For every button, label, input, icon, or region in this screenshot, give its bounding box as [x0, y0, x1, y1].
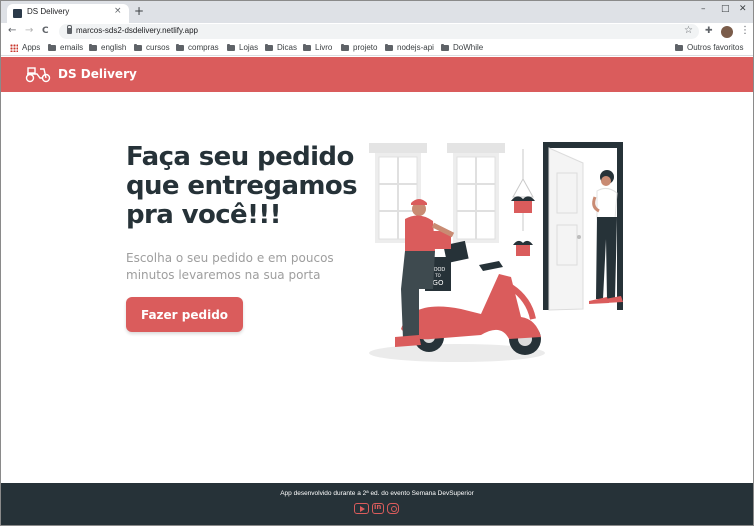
bookmark-lojas[interactable]: Lojas	[227, 43, 258, 52]
folder-icon	[265, 43, 273, 51]
url-text[interactable]: marcos-sds2-dsdelivery.netlify.app	[76, 26, 198, 35]
new-tab-button[interactable]: +	[134, 4, 144, 18]
forward-button[interactable]: →	[25, 25, 33, 36]
bookmark-dicas[interactable]: Dicas	[265, 43, 297, 52]
browser-window: DS Delivery × + – □ ✕ ← → C marcos-sds2-…	[0, 0, 754, 526]
bookmark-star-icon[interactable]: ☆	[684, 25, 693, 36]
folder-icon	[176, 43, 184, 51]
folder-icon	[675, 43, 683, 51]
maximize-button[interactable]: □	[721, 4, 730, 14]
folder-icon	[341, 43, 349, 51]
instagram-icon[interactable]	[387, 503, 399, 514]
bookmark-dowhile[interactable]: DoWhile	[441, 43, 483, 52]
folder-icon	[134, 43, 142, 51]
folder-icon	[89, 43, 97, 51]
bookmark-apps[interactable]: Apps	[10, 43, 40, 52]
box-text-go: GO	[433, 279, 444, 287]
bookmark-projeto[interactable]: projeto	[341, 43, 377, 52]
browser-menu-icon[interactable]: ⋮	[740, 25, 750, 36]
apps-icon	[10, 43, 18, 52]
app-footer: App desenvolvido durante a 2ª ed. do eve…	[1, 483, 753, 525]
tab-close-icon[interactable]: ×	[114, 6, 122, 16]
window-right	[447, 143, 505, 243]
bookmark-livro[interactable]: Livro	[303, 43, 332, 52]
address-bar[interactable]: marcos-sds2-dsdelivery.netlify.app	[59, 24, 699, 39]
reload-button[interactable]: C	[42, 26, 49, 36]
minimize-button[interactable]: –	[701, 4, 706, 14]
back-button[interactable]: ←	[8, 25, 16, 36]
extensions-icon[interactable]: ✚	[705, 26, 713, 36]
favicon-icon	[13, 9, 22, 18]
hero-title: Faça seu pedido que entregamos pra você!…	[126, 142, 358, 230]
folder-icon	[48, 43, 56, 51]
bookmark-cursos[interactable]: cursos	[134, 43, 170, 52]
folder-icon	[227, 43, 235, 51]
bookmark-nodejs-api[interactable]: nodejs-api	[385, 43, 434, 52]
app-header: DS Delivery	[1, 57, 753, 92]
browser-toolbar: ← → C marcos-sds2-dsdelivery.netlify.app…	[1, 23, 753, 41]
bookmark-emails[interactable]: emails	[48, 43, 83, 52]
delivery-illustration: FOOD TO GO	[369, 142, 623, 362]
linkedin-icon[interactable]	[372, 503, 384, 514]
folder-icon	[303, 43, 311, 51]
tab-strip: DS Delivery × + – □ ✕	[1, 1, 753, 23]
hero-subtitle: Escolha o seu pedido e em poucos minutos…	[126, 251, 334, 282]
bookmarks-bar: Apps emails english cursos compras Lojas…	[1, 41, 753, 56]
folder-icon	[385, 43, 393, 51]
order-button[interactable]: Fazer pedido	[126, 297, 243, 332]
hanging-plants	[511, 149, 535, 256]
lock-icon	[67, 25, 72, 34]
profile-avatar[interactable]	[721, 26, 733, 38]
scooter-icon[interactable]	[25, 65, 51, 83]
bookmark-other-favorites[interactable]: Outros favoritos	[675, 43, 743, 52]
box-text-to: TO	[434, 273, 441, 278]
close-window-button[interactable]: ✕	[739, 4, 747, 14]
bookmark-english[interactable]: english	[89, 43, 126, 52]
footer-text: App desenvolvido durante a 2ª ed. do eve…	[280, 490, 474, 497]
brand-name[interactable]: DS Delivery	[58, 67, 137, 81]
tab-title: DS Delivery	[27, 7, 70, 16]
folder-icon	[441, 43, 449, 51]
bookmark-compras[interactable]: compras	[176, 43, 219, 52]
youtube-icon[interactable]	[354, 503, 369, 514]
tab-ds-delivery[interactable]: DS Delivery ×	[7, 4, 129, 23]
